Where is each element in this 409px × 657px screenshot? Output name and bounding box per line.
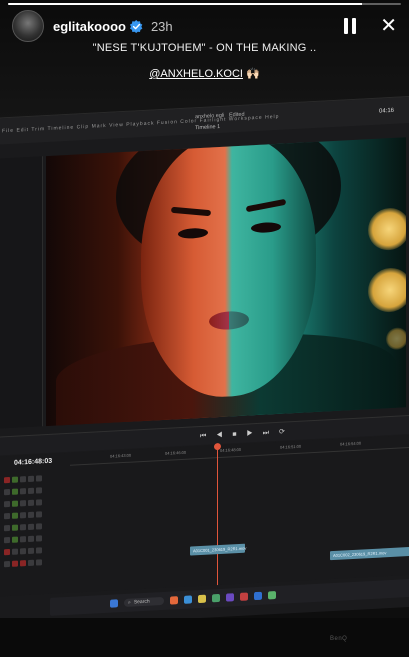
app-icon[interactable] — [239, 592, 248, 601]
pause-icon — [344, 18, 349, 34]
story-mention: @ANXHELO.KOCI 🙌🏻 — [0, 67, 409, 80]
app-icon[interactable] — [253, 591, 262, 601]
bokeh-light — [368, 266, 406, 314]
playhead[interactable] — [217, 445, 218, 586]
editor-topbar: File Edit Trim Timeline Clip Mark View P… — [0, 95, 409, 145]
story-header: eglitakoooo 23h ✕ — [12, 10, 397, 42]
timeline-timecode: 04:16:48:03 — [14, 457, 53, 467]
search-icon: ⌕ — [128, 599, 131, 606]
timeline-area: 04:16:48:03 04:16:43:00 04:16:46:00 04:1… — [0, 433, 409, 597]
username[interactable]: eglitakoooo — [53, 19, 126, 34]
app-icon[interactable] — [183, 595, 192, 604]
taskbar-search-label: Search — [133, 598, 150, 606]
ruler-label: 04:16:48:00 — [220, 446, 242, 453]
folder-icon[interactable] — [197, 594, 206, 604]
mention-link[interactable]: @ANXHELO.KOCI — [149, 68, 243, 80]
pause-button[interactable] — [344, 18, 358, 34]
story-progress-bar — [8, 3, 401, 5]
timeline-clip[interactable]: A01C002_230619_R2R1.mov — [330, 545, 409, 561]
story-viewer: eglitakoooo 23h ✕ "NESE T'KUJTOHEM" - ON… — [0, 0, 409, 657]
avatar[interactable] — [12, 10, 44, 42]
viewer-timecode: 04:16 — [378, 107, 394, 115]
ruler-label: 04:16:51:00 — [280, 443, 302, 450]
transport-controls[interactable]: ⏮ ◀ ■ ▶ ⏭ ⟳ — [200, 427, 289, 441]
taskbar-search[interactable]: ⌕ Search — [124, 596, 164, 607]
media-pool-panel — [0, 156, 43, 429]
timeline-name: Timeline 1 — [195, 123, 221, 132]
bokeh-light — [368, 206, 406, 252]
project-status: Edited — [228, 111, 245, 119]
app-icon[interactable] — [211, 593, 220, 603]
track-header[interactable] — [4, 555, 62, 569]
monitor-screen: File Edit Trim Timeline Clip Mark View P… — [0, 94, 409, 630]
photo-scene: File Edit Trim Timeline Clip Mark View P… — [0, 94, 409, 657]
pause-icon-bar — [352, 18, 357, 34]
close-button[interactable]: ✕ — [380, 16, 397, 36]
track-headers — [4, 471, 62, 570]
monitor-bezel — [0, 618, 409, 657]
verified-badge-icon — [129, 19, 143, 33]
start-icon[interactable] — [110, 599, 118, 608]
video-viewer — [46, 137, 406, 427]
ruler-label: 04:16:46:00 — [165, 449, 187, 456]
app-icon[interactable] — [267, 591, 276, 600]
ruler-label: 04:16:43:00 — [110, 452, 132, 459]
monitor-brand: BenQ — [330, 636, 348, 642]
post-time: 23h — [150, 18, 173, 34]
mention-emoji: 🙌🏻 — [246, 68, 260, 80]
bokeh-light — [386, 327, 406, 351]
app-icon[interactable] — [225, 593, 234, 602]
story-caption: "NESE T'KUJTOHEM" - ON THE MAKING .. — [92, 42, 317, 54]
story-progress-fill — [8, 3, 362, 5]
app-icon[interactable] — [169, 596, 178, 605]
timeline-clip[interactable]: A01C001_230619_R2R1.mov — [190, 543, 246, 556]
ruler-label: 04:16:54:00 — [340, 440, 362, 447]
